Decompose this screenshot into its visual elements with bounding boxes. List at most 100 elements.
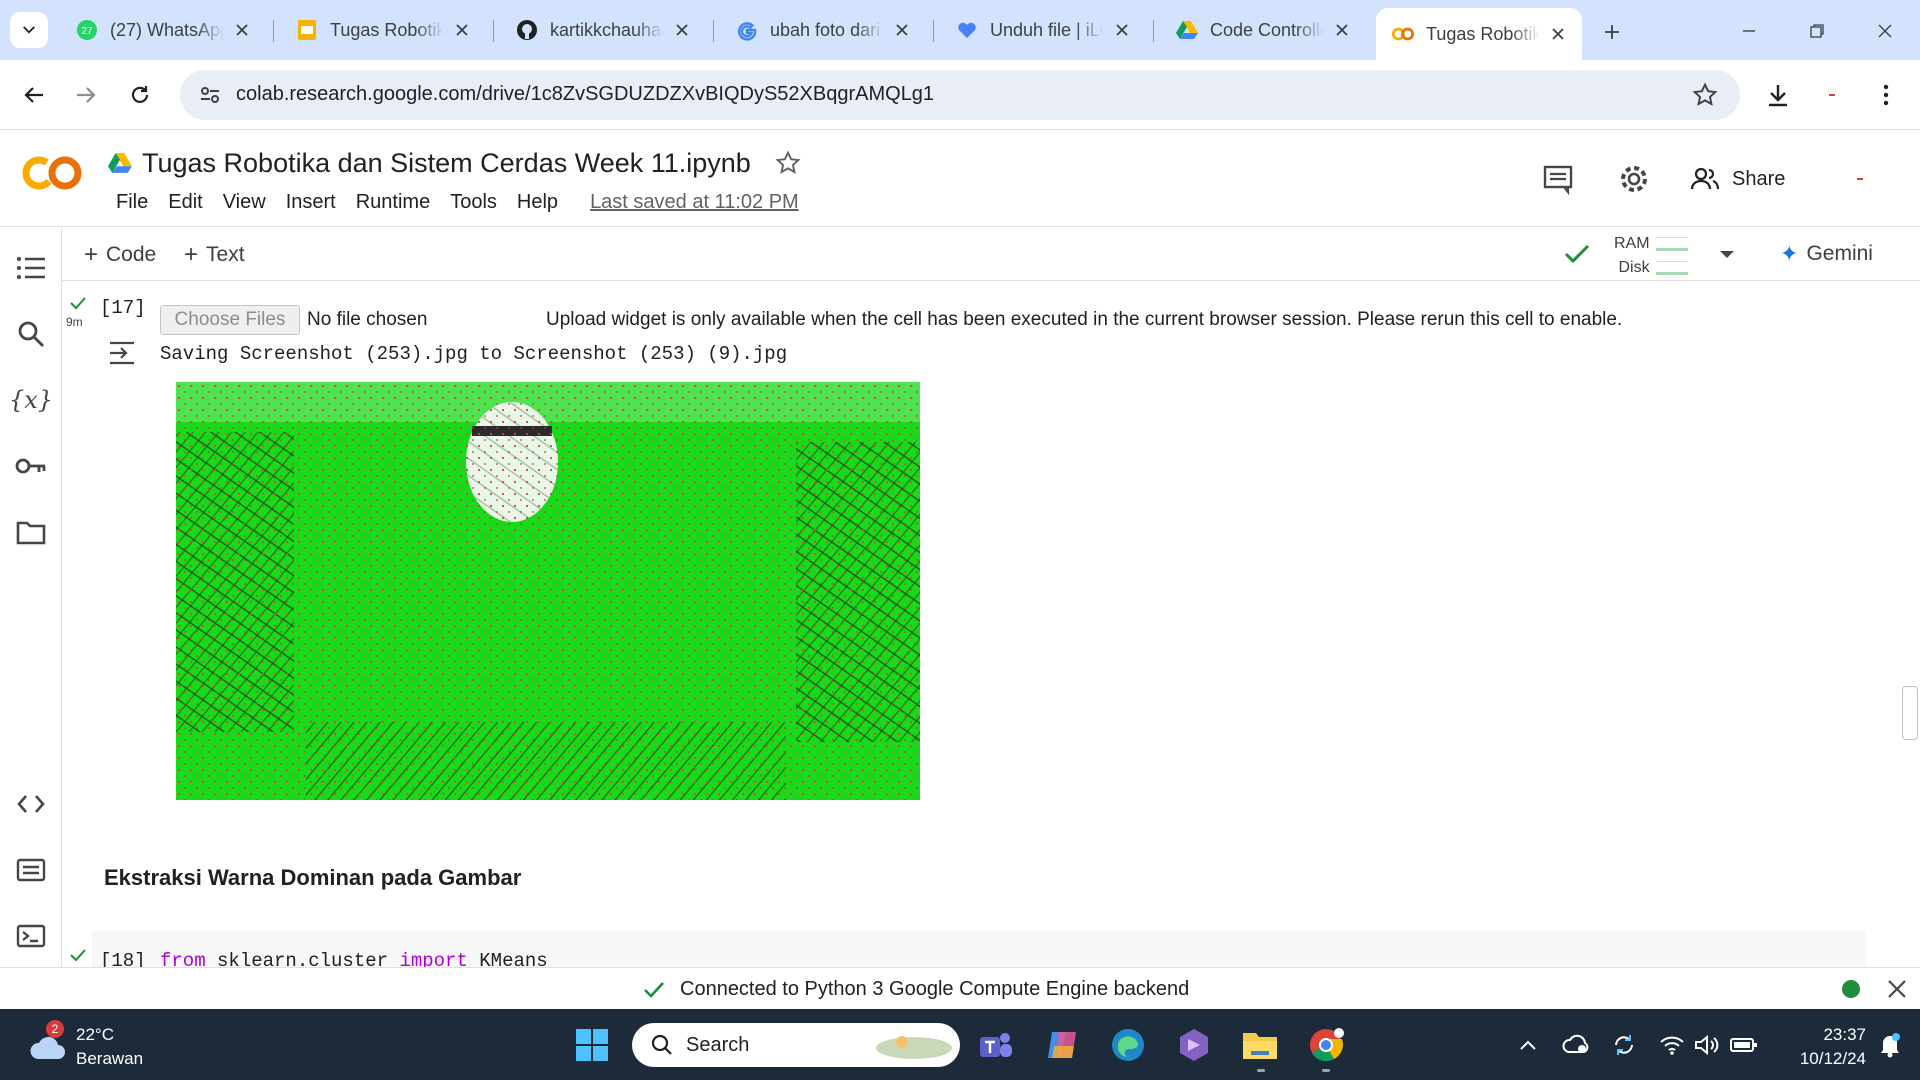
variables-button[interactable]: {x}	[9, 383, 53, 417]
battery-icon	[1730, 1038, 1757, 1052]
keyboard-icon	[16, 858, 46, 882]
address-bar[interactable]: colab.research.google.com/drive/1c8ZvSGD…	[180, 70, 1740, 120]
volume-tray[interactable]	[1692, 1031, 1720, 1059]
menu-runtime[interactable]: Runtime	[346, 191, 440, 214]
browser-tab-strip: 27 (27) WhatsApp Tugas Robotika dan Sist…	[0, 0, 1920, 60]
arrow-right-icon	[77, 87, 96, 103]
output-actions-icon[interactable]	[106, 337, 138, 369]
no-file-chosen-text: No file chosen	[307, 309, 428, 330]
onedrive-tray[interactable]	[1562, 1031, 1590, 1059]
close-icon[interactable]	[232, 20, 252, 40]
running-indicator	[1322, 1069, 1330, 1072]
tab-ilovepdf[interactable]: Unduh file | iLovePDF	[940, 8, 1146, 52]
execution-count[interactable]: [18]	[100, 950, 146, 967]
close-icon[interactable]	[1112, 20, 1132, 40]
notifications-button[interactable]	[1876, 1031, 1904, 1059]
new-tab-button[interactable]	[1596, 16, 1628, 48]
edge-app[interactable]	[1108, 1025, 1148, 1065]
tab-title: Tugas Robotika dan Sistem Cerdas	[330, 19, 444, 40]
folder-icon	[16, 521, 46, 545]
sync-tray[interactable]	[1610, 1031, 1638, 1059]
code-line[interactable]: from sklearn.cluster import KMeans	[160, 950, 548, 967]
tab-whatsapp[interactable]: 27 (27) WhatsApp	[60, 8, 266, 52]
search-highlight-icon	[876, 1036, 952, 1059]
show-hidden-icons-button[interactable]	[1514, 1031, 1542, 1059]
windows-taskbar: 2 22°C Berawan Search 23:37 10/12/24	[0, 1009, 1920, 1080]
saving-output-text: Saving Screenshot (253).jpg to Screensho…	[160, 343, 788, 365]
files-button[interactable]	[14, 515, 48, 549]
tab-title: Tugas Robotika dan Sistem Cerdas	[1426, 23, 1540, 44]
tab-slides[interactable]: Tugas Robotika dan Sistem Cerdas	[280, 8, 486, 52]
chrome-app[interactable]	[1306, 1025, 1346, 1065]
menu-file[interactable]: File	[106, 191, 158, 214]
system-clock[interactable]: 23:37 10/12/24	[1772, 1023, 1866, 1071]
close-icon[interactable]	[1332, 20, 1352, 40]
add-text-button[interactable]: + Text	[184, 241, 245, 269]
close-icon[interactable]	[452, 20, 472, 40]
start-button[interactable]	[572, 1025, 612, 1065]
tab-colab-active[interactable]: Tugas Robotika dan Sistem Cerdas	[1376, 8, 1582, 60]
menu-insert[interactable]: Insert	[276, 191, 346, 214]
close-window-button[interactable]	[1868, 14, 1902, 48]
command-palette-button[interactable]	[14, 853, 48, 887]
menu-view[interactable]: View	[213, 191, 276, 214]
close-icon[interactable]	[672, 20, 692, 40]
menu-help[interactable]: Help	[507, 191, 568, 214]
chrome-icon	[1310, 1028, 1344, 1062]
tab-github[interactable]: kartikkchauhan/ObjectDetection	[500, 8, 706, 52]
caret-down-icon[interactable]	[1714, 241, 1740, 267]
resource-bars[interactable]	[1656, 237, 1688, 285]
wifi-tray[interactable]	[1658, 1031, 1686, 1059]
last-saved-link[interactable]: Last saved at 11:02 PM	[580, 191, 809, 214]
code-snippets-button[interactable]	[14, 787, 48, 821]
wifi-icon	[1660, 1036, 1684, 1055]
notebook-title[interactable]: Tugas Robotika dan Sistem Cerdas Week 11…	[142, 148, 751, 179]
menu-edit[interactable]: Edit	[158, 191, 212, 214]
file-explorer-app[interactable]	[1240, 1025, 1280, 1065]
close-icon[interactable]	[1548, 24, 1568, 44]
visual-studio-app[interactable]	[1174, 1025, 1214, 1065]
close-icon[interactable]	[1886, 978, 1908, 1000]
arrow-left-icon	[24, 87, 43, 103]
taskbar-search[interactable]: Search	[632, 1023, 960, 1067]
browser-menu-button[interactable]	[1868, 77, 1904, 113]
restore-button[interactable]	[1800, 14, 1834, 48]
site-info-icon[interactable]	[198, 83, 222, 107]
add-code-button[interactable]: + Code	[84, 241, 156, 269]
tab-google-drive[interactable]: Code Controller	[1160, 8, 1366, 52]
battery-tray[interactable]	[1730, 1031, 1758, 1059]
back-button[interactable]	[16, 77, 52, 113]
gemini-button[interactable]: ✦ Gemini	[1780, 241, 1873, 267]
find-replace-button[interactable]	[14, 317, 48, 351]
forward-button[interactable]	[68, 77, 104, 113]
reload-button[interactable]	[122, 77, 158, 113]
settings-button[interactable]	[1616, 161, 1652, 197]
share-button[interactable]: Share	[1690, 161, 1785, 197]
account-button[interactable]	[1842, 161, 1878, 197]
downloads-button[interactable]	[1760, 77, 1796, 113]
terminal-button[interactable]	[14, 919, 48, 953]
bell-icon	[1881, 1033, 1900, 1058]
scrollbar-thumb[interactable]	[1902, 686, 1918, 740]
tab-separator	[493, 20, 494, 42]
resource-labels[interactable]: RAM Disk	[1614, 232, 1650, 280]
heart-icon	[956, 19, 978, 41]
weather-widget[interactable]: 2 22°C Berawan	[26, 1020, 156, 1068]
execution-count[interactable]: [17]	[100, 297, 146, 319]
star-icon[interactable]	[775, 150, 801, 176]
tab-search-button[interactable]	[10, 12, 48, 48]
close-icon[interactable]	[892, 20, 912, 40]
tab-google-search[interactable]: ubah foto dari jpg ke png	[720, 8, 926, 52]
choose-files-button[interactable]: Choose Files	[160, 305, 300, 335]
table-of-contents-button[interactable]	[14, 251, 48, 285]
teams-app[interactable]	[976, 1025, 1016, 1065]
comments-button[interactable]	[1540, 161, 1576, 197]
copilot-app[interactable]	[1042, 1025, 1082, 1065]
url-text: colab.research.google.com/drive/1c8ZvSGD…	[236, 83, 935, 105]
secrets-button[interactable]	[14, 449, 48, 483]
profile-button[interactable]	[1814, 77, 1850, 113]
colab-logo-icon[interactable]	[20, 153, 84, 193]
minimize-button[interactable]	[1732, 14, 1766, 48]
menu-tools[interactable]: Tools	[440, 191, 507, 214]
bookmark-star-icon[interactable]	[1692, 82, 1718, 108]
